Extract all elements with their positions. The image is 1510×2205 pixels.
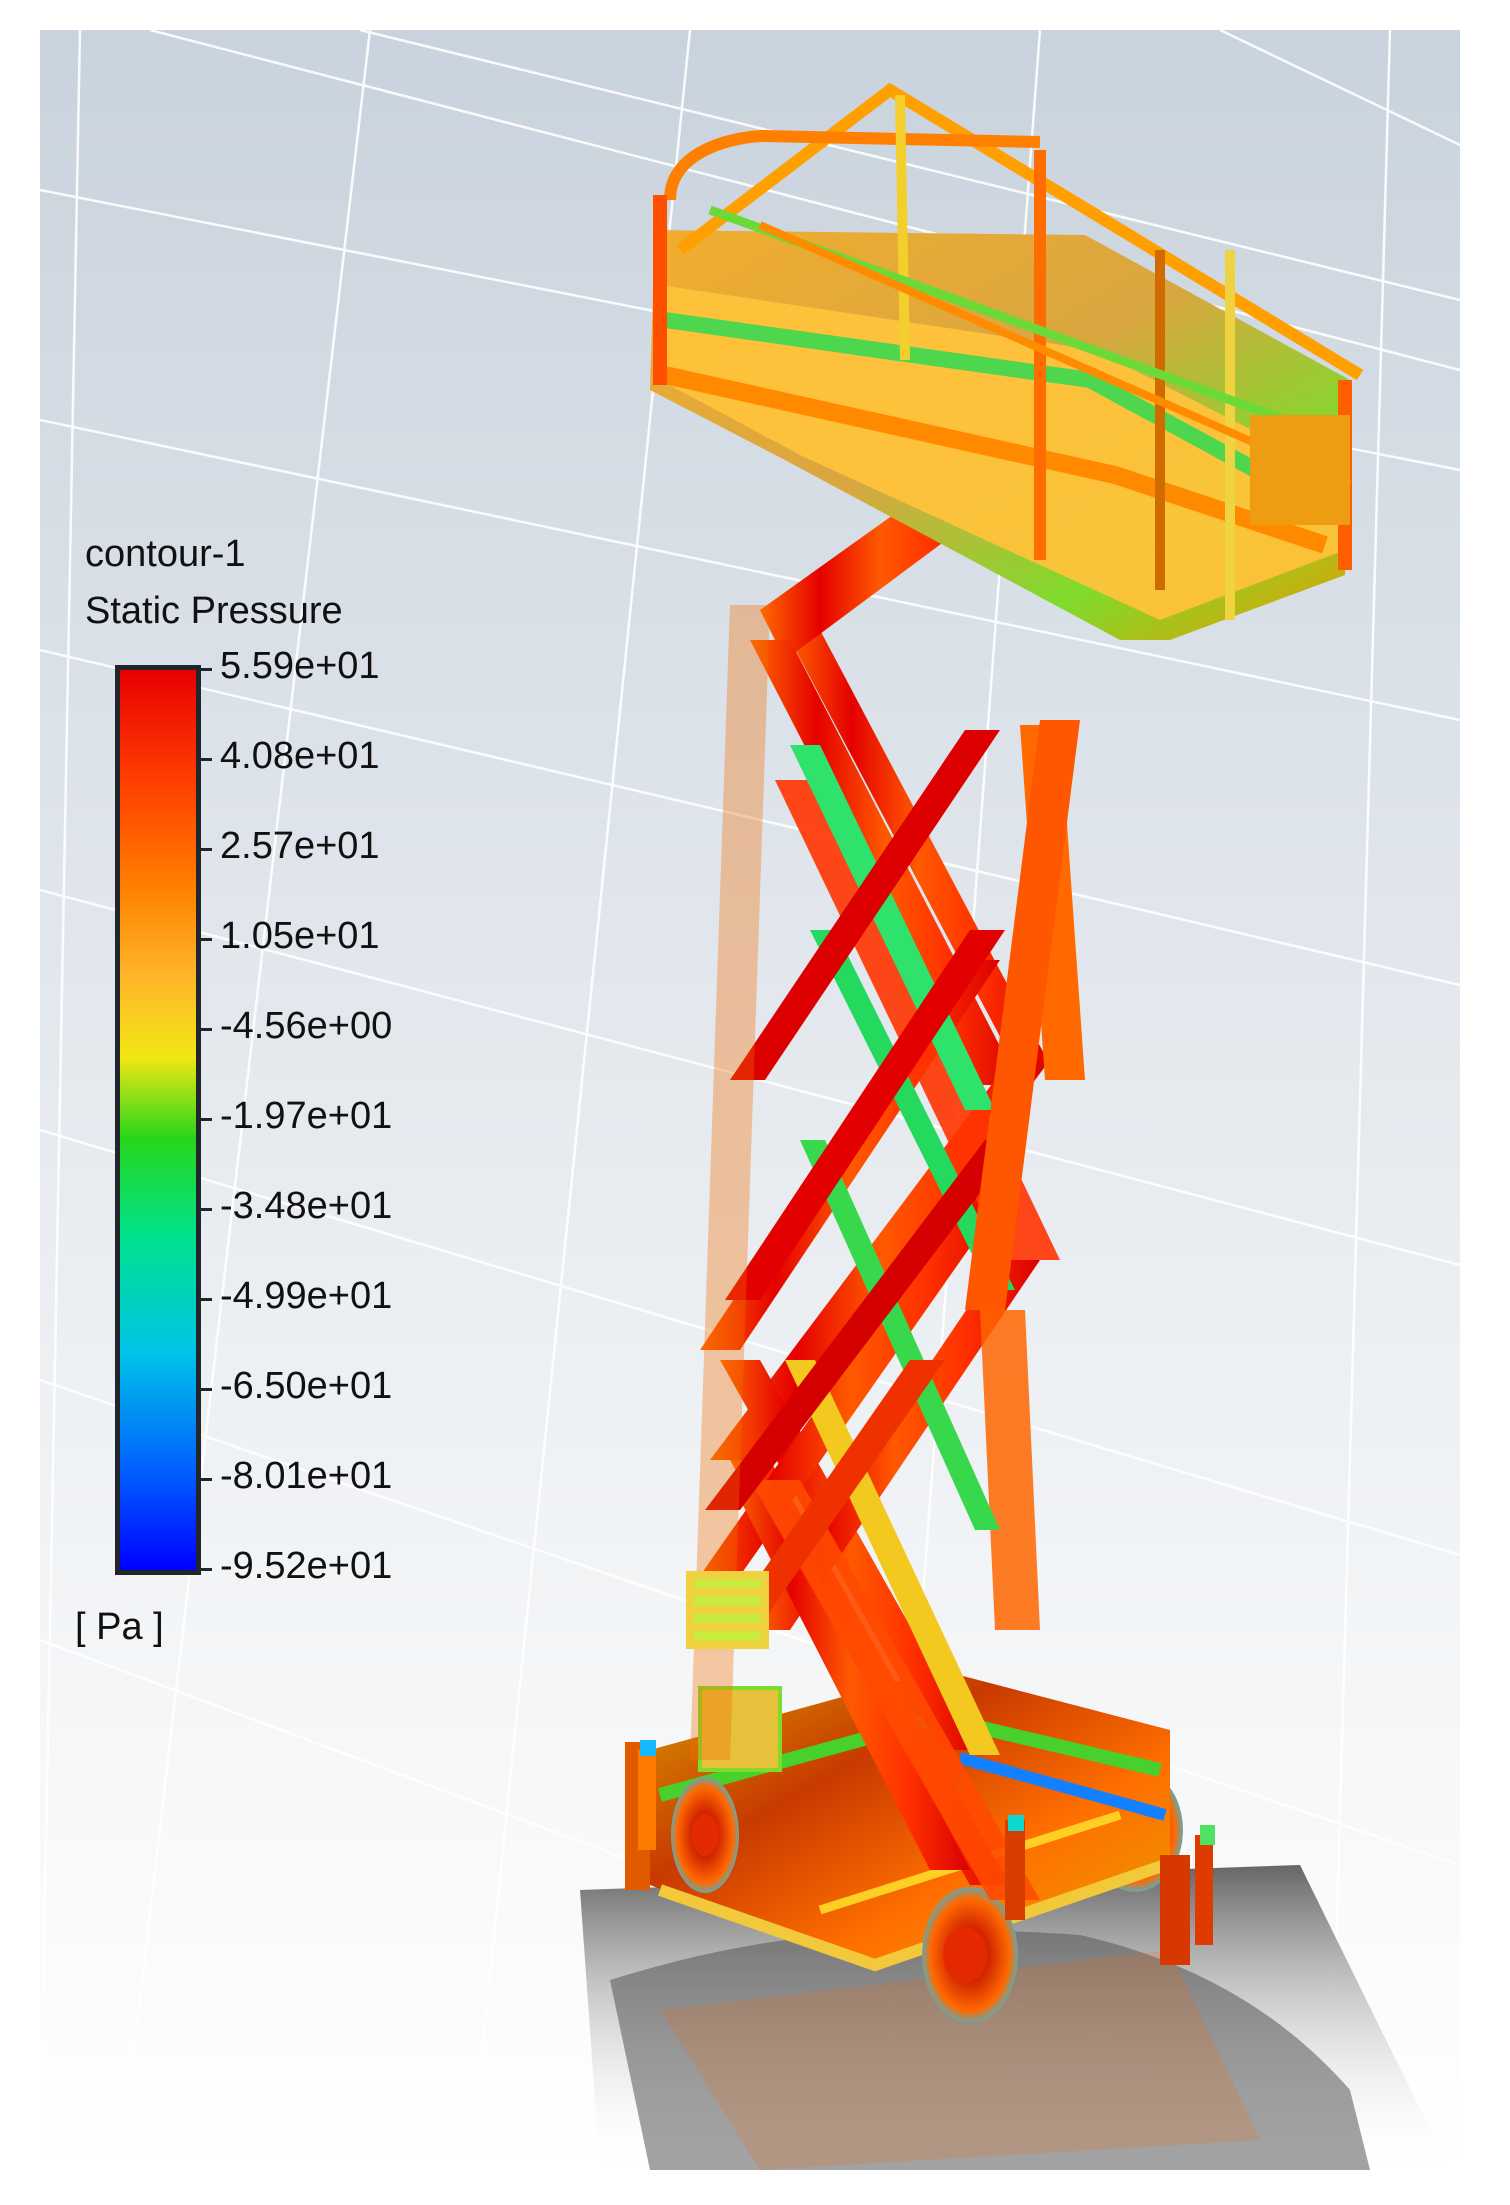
colorbar-label-5: -1.97e+01 (220, 1095, 393, 1137)
wheel-front-left (671, 1777, 739, 1893)
colorbar-label-3: 1.05e+01 (220, 915, 380, 957)
colorbar-tick-5 (201, 1118, 212, 1121)
colorbar-label-9: -8.01e+01 (220, 1455, 393, 1497)
colorbar-tick-4 (201, 1028, 212, 1031)
colorbar-tick-9 (201, 1478, 212, 1481)
colorbar-label-1: 4.08e+01 (220, 735, 380, 777)
colorbar-tick-10 (201, 1568, 212, 1571)
scissor-lift (625, 82, 1364, 2023)
colorbar-label-7: -4.99e+01 (220, 1275, 393, 1317)
graphics-viewport[interactable]: contour-1 Static Pressure 5.59e+01 4.08e… (40, 30, 1460, 2170)
scissor-arms (690, 460, 1085, 1900)
colorbar-label-6: -3.48e+01 (220, 1185, 393, 1227)
colorbar-tick-6 (201, 1208, 212, 1211)
wheel-front-right (922, 1887, 1018, 2023)
control-panel (686, 1571, 769, 1649)
platform (650, 82, 1364, 640)
colorbar-tick-1 (201, 758, 212, 761)
legend-title: contour-1 (85, 533, 246, 575)
colorbar-label-0: 5.59e+01 (220, 645, 380, 687)
legend-subtitle: Static Pressure (85, 590, 343, 632)
colorbar-label-2: 2.57e+01 (220, 825, 380, 867)
colorbar-tick-7 (201, 1298, 212, 1301)
colorbar-frame (115, 665, 201, 1575)
colorbar-tick-3 (201, 938, 212, 941)
legend-unit: [ Pa ] (75, 1606, 164, 1648)
colorbar-label-8: -6.50e+01 (220, 1365, 393, 1407)
colorbar-tick-0 (201, 668, 212, 671)
colorbar-label-4: -4.56e+00 (220, 1005, 393, 1047)
colorbar-tick-8 (201, 1388, 212, 1391)
colorbar-tick-2 (201, 848, 212, 851)
colorbar-label-10: -9.52e+01 (220, 1545, 393, 1587)
